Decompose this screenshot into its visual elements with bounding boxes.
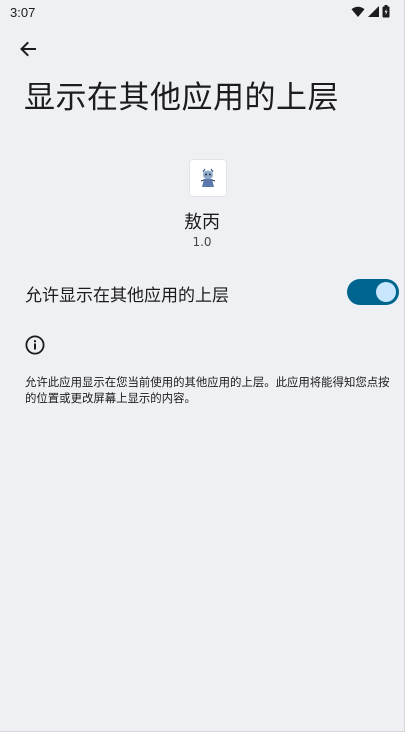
status-bar: 3:07 bbox=[0, 0, 404, 26]
screen: 3:07 显示在其他应用的上层 敖丙 1.0 允许显示在其他应用的上层 允许此应… bbox=[0, 0, 405, 732]
allow-overlay-switch[interactable] bbox=[347, 279, 399, 305]
wifi-icon bbox=[351, 6, 365, 18]
back-button[interactable] bbox=[14, 37, 42, 65]
page-title: 显示在其他应用的上层 bbox=[24, 80, 339, 116]
info-description: 允许此应用显示在您当前使用的其他应用的上层。此应用将能得知您点按的位置或更改屏幕… bbox=[25, 375, 390, 405]
switch-thumb bbox=[376, 282, 396, 302]
arrow-back-icon bbox=[19, 40, 37, 62]
cellular-signal-icon bbox=[368, 6, 379, 17]
status-icons bbox=[351, 5, 390, 18]
allow-overlay-label: 允许显示在其他应用的上层 bbox=[25, 286, 229, 306]
app-logo-icon bbox=[189, 159, 227, 197]
info-icon bbox=[24, 334, 46, 356]
status-time: 3:07 bbox=[10, 5, 36, 20]
app-version: 1.0 bbox=[192, 235, 212, 249]
allow-overlay-setting[interactable]: 允许显示在其他应用的上层 bbox=[0, 270, 404, 314]
battery-icon bbox=[382, 5, 390, 18]
app-name: 敖丙 bbox=[184, 212, 220, 233]
